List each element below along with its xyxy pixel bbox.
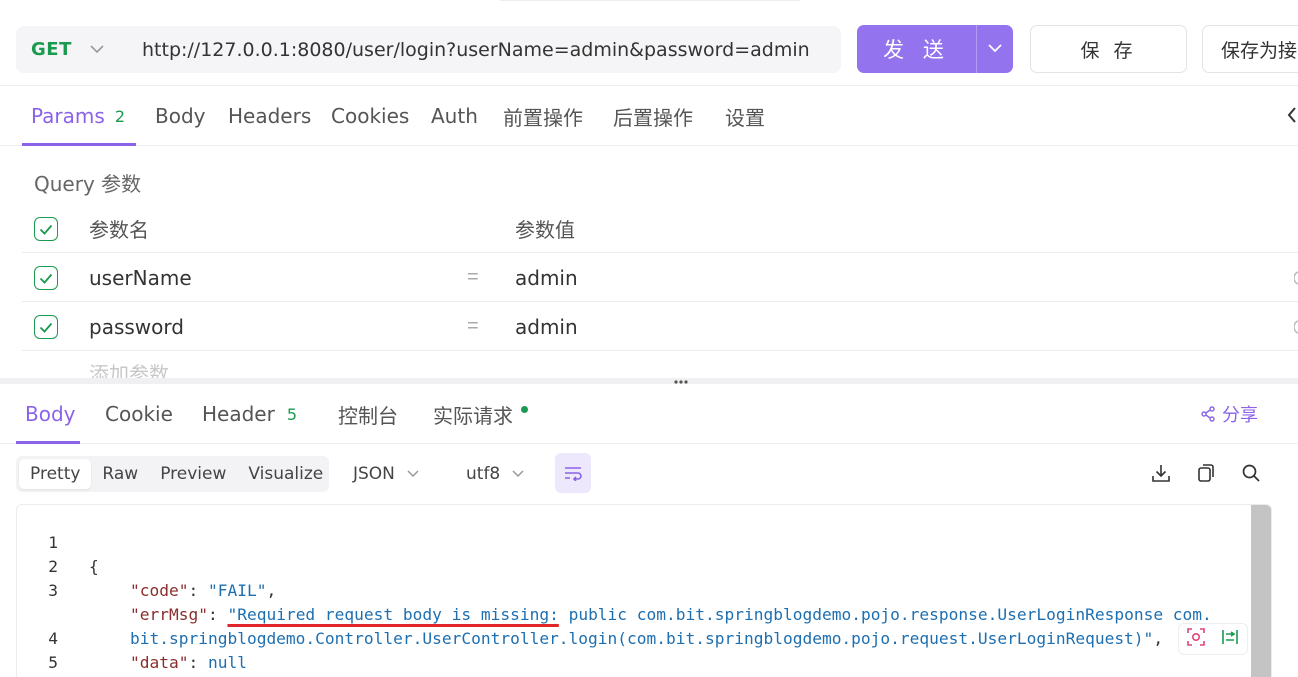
code-line: 2 "code": "FAIL", xyxy=(16,531,1246,600)
table-row: password = admin xyxy=(22,302,1298,351)
format-label: JSON xyxy=(353,464,395,484)
align-icon[interactable] xyxy=(1220,627,1240,652)
chevron-down-icon xyxy=(90,45,104,54)
method-select[interactable]: GET xyxy=(16,26,124,73)
active-tab-indicator xyxy=(22,143,136,146)
code-text: "data": null xyxy=(130,653,247,672)
locate-icon[interactable] xyxy=(1186,627,1206,652)
check-icon xyxy=(39,273,53,284)
json-null: null xyxy=(207,653,247,672)
code-line: 3 "errMsg": "Required request body is mi… xyxy=(16,555,1246,624)
param-value-cell[interactable]: admin xyxy=(515,302,578,351)
url-input[interactable] xyxy=(124,26,824,73)
code-content: 1 { 2 "code": "FAIL", 3 "errMsg": "Requi… xyxy=(16,507,1246,672)
tab-label: Params xyxy=(31,104,105,128)
tab-cookies[interactable]: Cookies xyxy=(331,86,409,146)
encoding-label: utf8 xyxy=(466,464,501,484)
view-preview-button[interactable]: Preview xyxy=(149,459,237,489)
send-button[interactable]: 发 送 xyxy=(857,25,1013,73)
param-name-cell[interactable]: userName xyxy=(89,253,192,302)
query-params-title: Query 参数 xyxy=(34,172,142,196)
param-name-header: 参数名 xyxy=(89,218,149,242)
url-box: GET xyxy=(16,26,841,73)
send-dropdown-button[interactable] xyxy=(977,25,1013,73)
param-checkbox[interactable] xyxy=(34,315,58,339)
search-icon[interactable] xyxy=(1240,462,1262,484)
check-icon xyxy=(39,322,53,333)
send-button-label: 发 送 xyxy=(883,38,950,62)
tab-response-header[interactable]: Header 5 xyxy=(202,384,297,444)
param-value-cell[interactable]: admin xyxy=(515,253,578,302)
chevron-left-icon[interactable] xyxy=(1286,106,1296,130)
tab-response-cookie[interactable]: Cookie xyxy=(105,384,173,444)
equals-sign: = xyxy=(467,266,479,288)
encoding-select[interactable]: utf8 xyxy=(466,456,524,492)
chevron-down-icon xyxy=(407,470,419,478)
tab-console[interactable]: 控制台 xyxy=(338,384,398,444)
equals-sign: = xyxy=(467,315,479,337)
tab-headers[interactable]: Headers xyxy=(228,86,311,146)
view-mode-switch: Pretty Raw Preview Visualize xyxy=(16,456,329,492)
view-raw-button[interactable]: Raw xyxy=(91,459,149,489)
tab-label: 实际请求 xyxy=(433,403,513,428)
vertical-scrollbar[interactable] xyxy=(1251,505,1271,677)
method-label: GET xyxy=(31,39,72,60)
word-wrap-button[interactable] xyxy=(555,453,591,493)
active-response-tab-indicator xyxy=(16,441,80,444)
param-checkbox[interactable] xyxy=(34,266,58,290)
format-select[interactable]: JSON xyxy=(353,456,419,492)
param-name-cell[interactable]: password xyxy=(89,302,184,351)
json-key: "data" xyxy=(130,653,189,672)
status-dot xyxy=(521,405,528,413)
tab-response-body[interactable]: Body xyxy=(25,384,76,444)
chevron-down-icon xyxy=(988,40,1002,58)
tab-actual-request[interactable]: 实际请求 xyxy=(433,384,528,444)
code-line: 1 { xyxy=(16,507,1246,576)
code-line: bit.springblogdemo.Controller.UserContro… xyxy=(16,579,1246,648)
tab-post-request[interactable]: 后置操作 xyxy=(613,86,693,146)
tab-pre-request[interactable]: 前置操作 xyxy=(503,86,583,146)
table-row: userName = admin xyxy=(22,253,1298,302)
save-button[interactable]: 保 存 xyxy=(1030,25,1187,73)
view-pretty-button[interactable]: Pretty xyxy=(19,459,92,489)
params-header-row: 参数名 参数值 xyxy=(22,204,1298,253)
tab-settings[interactable]: 设置 xyxy=(725,86,765,146)
row-edge-icon xyxy=(1294,253,1298,302)
code-line: 4 "data": null xyxy=(16,603,1246,672)
share-label: 分享 xyxy=(1222,405,1258,426)
select-all-checkbox[interactable] xyxy=(34,217,58,241)
tab-params[interactable]: Params 2 xyxy=(31,86,125,146)
code-line: 5 } xyxy=(16,627,1246,672)
chevron-down-icon xyxy=(512,470,524,478)
row-edge-icon xyxy=(1294,302,1298,351)
param-value-header: 参数值 xyxy=(515,218,575,242)
tab-auth[interactable]: Auth xyxy=(431,86,478,146)
line-number: 5 xyxy=(48,653,58,672)
wrap-lines-icon xyxy=(565,467,582,481)
tab-body[interactable]: Body xyxy=(155,86,206,146)
check-icon xyxy=(39,224,53,235)
share-icon xyxy=(1201,406,1215,422)
share-button[interactable]: 分享 xyxy=(1200,384,1258,444)
response-tabs: Body Cookie Header 5 控制台 实际请求 xyxy=(0,384,1298,444)
params-count-badge: 2 xyxy=(114,106,125,126)
floating-tools xyxy=(1178,623,1248,655)
save-as-button[interactable]: 保存为接 xyxy=(1202,25,1298,73)
request-tabs: Params 2 Body Headers Cookies Auth 前置操作 后… xyxy=(0,86,1298,146)
request-bar: GET 发 送 保 存 保存为接 xyxy=(0,0,1298,86)
view-visualize-button[interactable]: Visualize xyxy=(237,459,334,489)
tab-label: Header xyxy=(202,402,275,426)
download-icon[interactable] xyxy=(1150,462,1172,484)
copy-icon[interactable] xyxy=(1195,462,1217,484)
header-count-badge: 5 xyxy=(286,404,298,424)
